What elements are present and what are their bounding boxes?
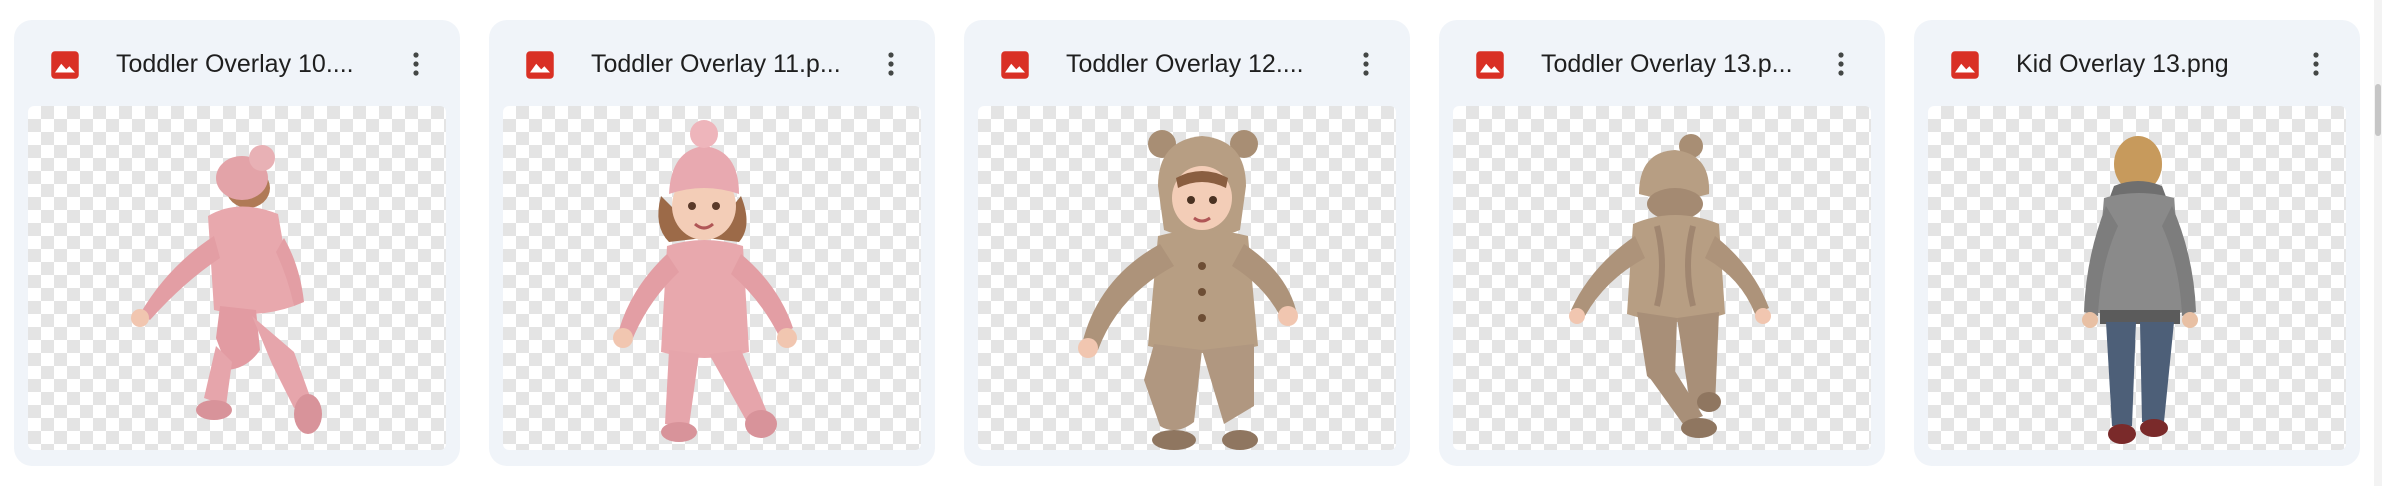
- more-vert-icon: [1838, 52, 1844, 76]
- toddler-pink-front-image: [613, 120, 797, 442]
- file-card-header: Toddler Overlay 11.p...: [489, 20, 935, 104]
- image-file-icon: [1476, 51, 1504, 79]
- file-card[interactable]: Toddler Overlay 11.p...: [489, 20, 935, 466]
- image-file-icon: [1951, 51, 1979, 79]
- file-title: Toddler Overlay 10....: [116, 50, 354, 78]
- file-card[interactable]: Toddler Overlay 13.p...: [1439, 20, 1885, 466]
- kid-grey-hoodie-image: [2082, 136, 2198, 444]
- more-vert-icon: [888, 52, 894, 76]
- file-title: Toddler Overlay 11.p...: [591, 50, 841, 78]
- more-vert-icon: [1363, 52, 1369, 76]
- file-card[interactable]: Toddler Overlay 10....: [14, 20, 460, 466]
- scrollbar-thumb[interactable]: [2375, 84, 2381, 136]
- image-file-icon: [526, 51, 554, 79]
- image-file-icon: [1001, 51, 1029, 79]
- more-options-button[interactable]: [394, 42, 438, 86]
- more-options-button[interactable]: [869, 42, 913, 86]
- file-card-header: Toddler Overlay 10....: [14, 20, 460, 104]
- file-card-header: Toddler Overlay 12....: [964, 20, 1410, 104]
- page-scrollbar[interactable]: [2374, 0, 2382, 486]
- file-card[interactable]: Toddler Overlay 12....: [964, 20, 1410, 466]
- more-options-button[interactable]: [1344, 42, 1388, 86]
- file-preview[interactable]: [1453, 106, 1871, 450]
- file-title: Kid Overlay 13.png: [2016, 50, 2229, 78]
- file-card-header: Toddler Overlay 13.p...: [1439, 20, 1885, 104]
- file-title: Toddler Overlay 12....: [1066, 50, 1304, 78]
- more-vert-icon: [2313, 52, 2319, 76]
- toddler-beige-back-image: [1569, 134, 1771, 438]
- more-vert-icon: [413, 52, 419, 76]
- file-card[interactable]: Kid Overlay 13.png: [1914, 20, 2360, 466]
- file-card-header: Kid Overlay 13.png: [1914, 20, 2360, 104]
- more-options-button[interactable]: [2294, 42, 2338, 86]
- toddler-pink-back-image: [131, 145, 322, 434]
- more-options-button[interactable]: [1819, 42, 1863, 86]
- file-grid: Toddler Overlay 10.... Toddler Overlay 1…: [14, 20, 2360, 466]
- file-preview[interactable]: [28, 106, 446, 450]
- file-preview[interactable]: [1928, 106, 2346, 450]
- image-file-icon: [51, 51, 79, 79]
- file-title: Toddler Overlay 13.p...: [1541, 50, 1793, 78]
- file-preview[interactable]: [503, 106, 921, 450]
- toddler-beige-bear-image: [1078, 130, 1298, 450]
- file-preview[interactable]: [978, 106, 1396, 450]
